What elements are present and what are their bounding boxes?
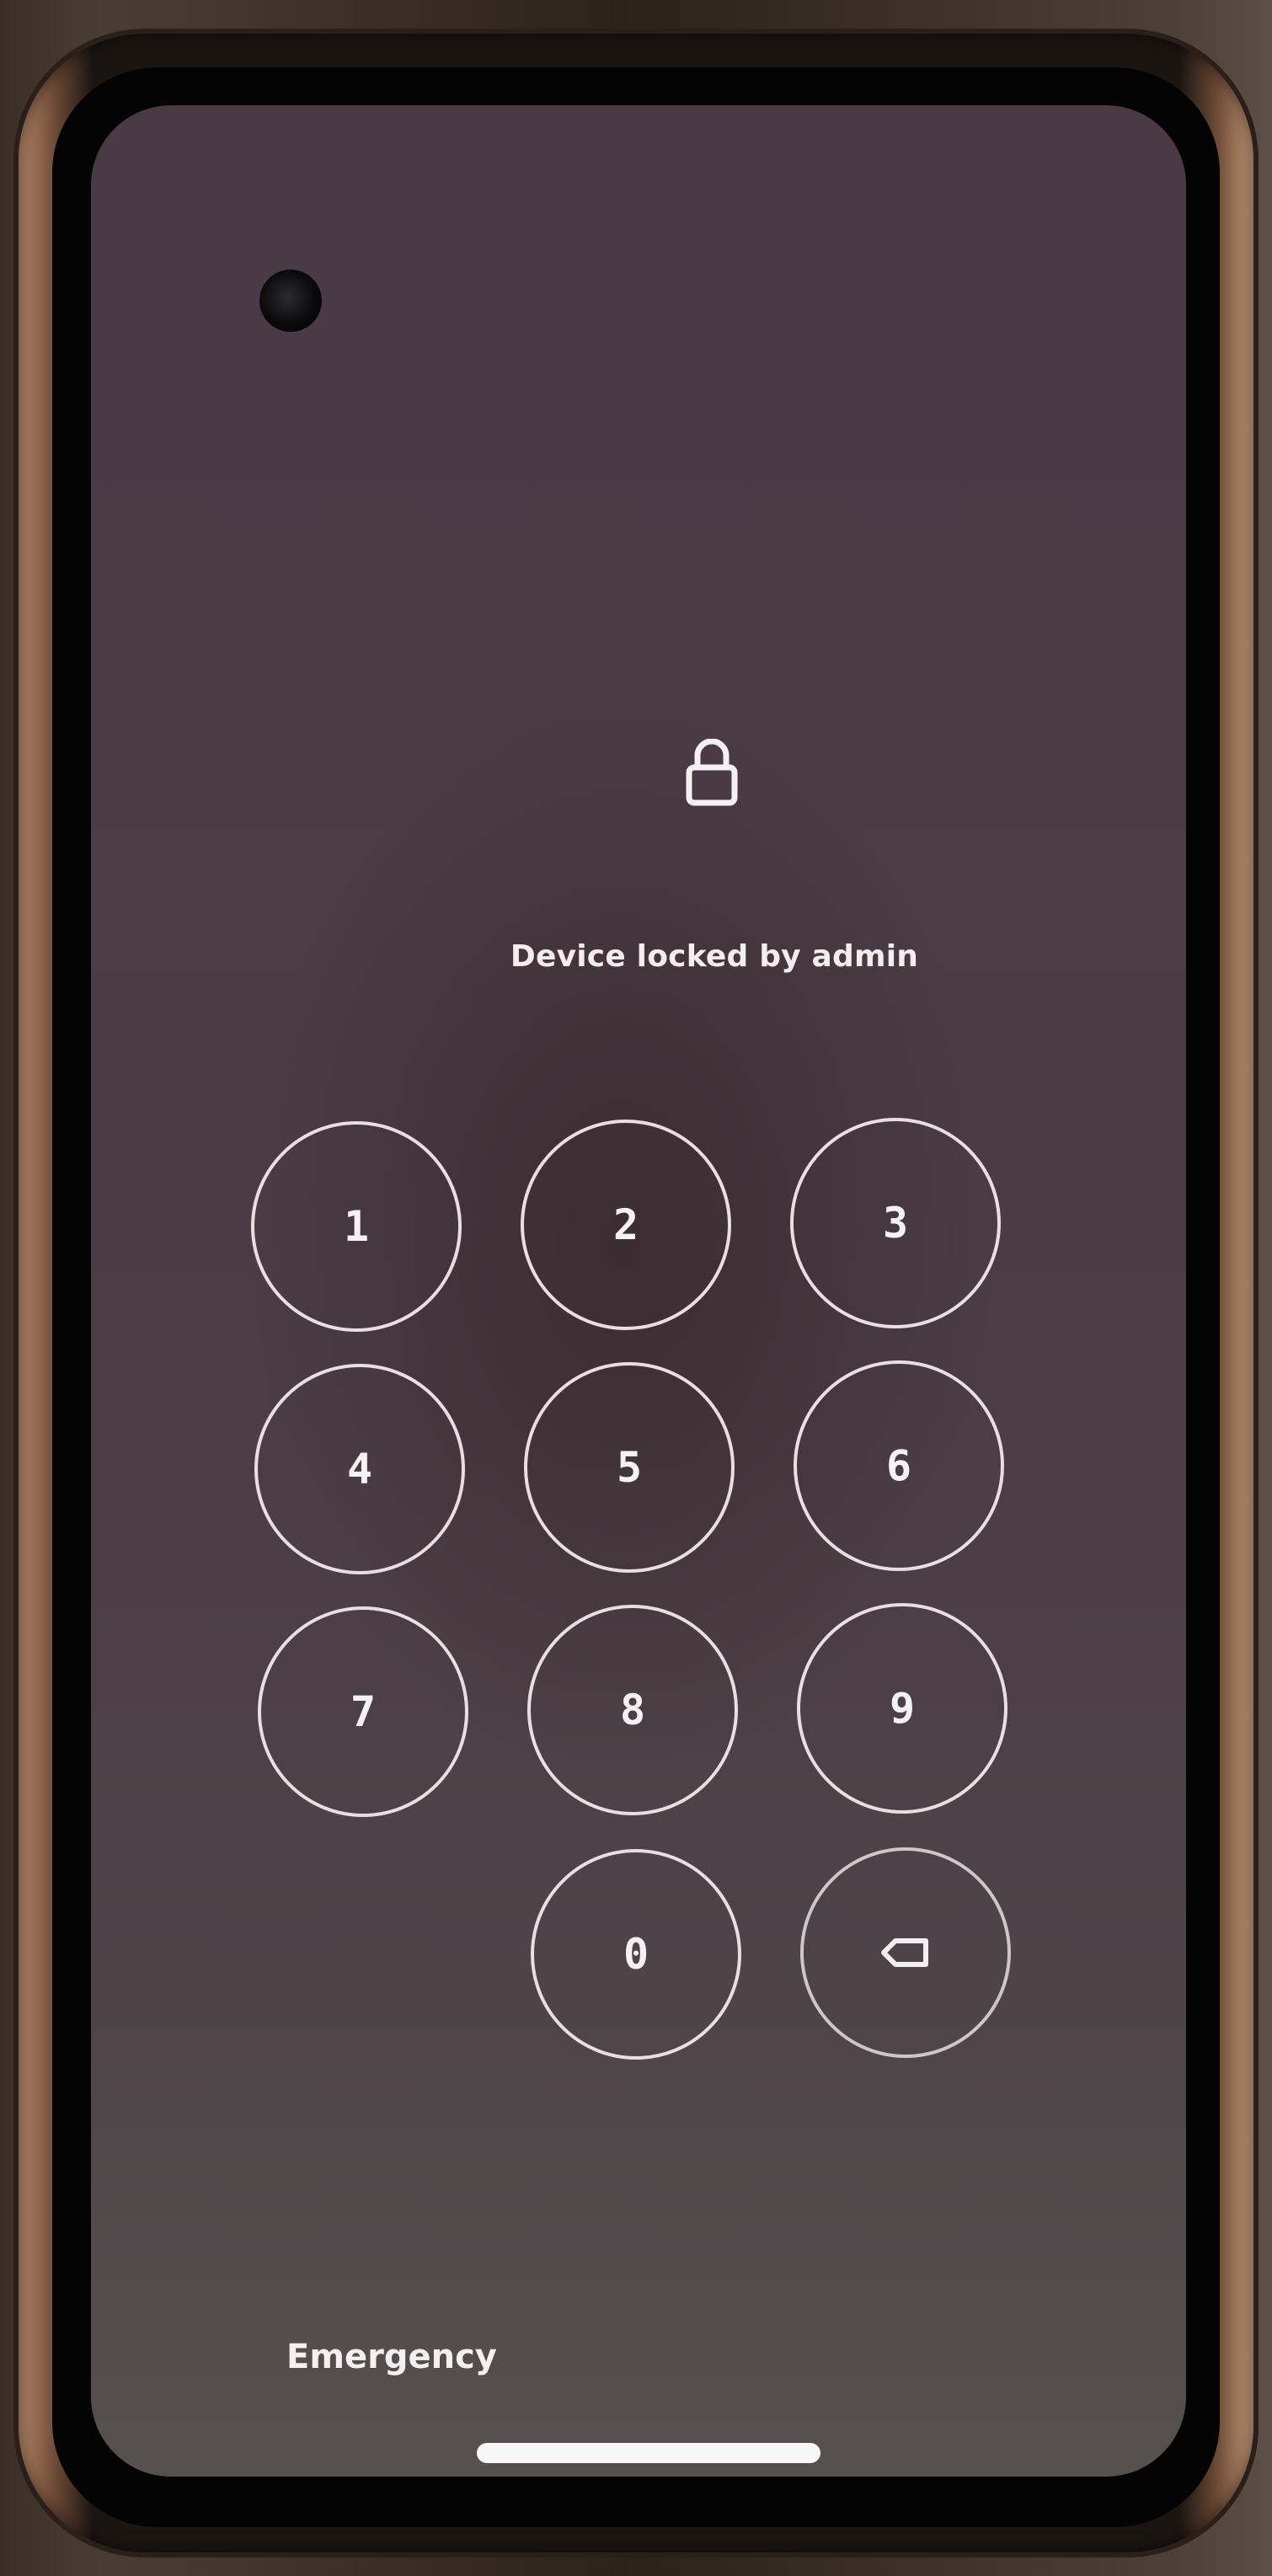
lock-icon [686,739,738,806]
key-9[interactable]: 9 [797,1603,1007,1814]
key-0[interactable]: 0 [531,1849,741,2060]
key-5[interactable]: 5 [524,1362,735,1573]
emergency-button[interactable]: Emergency [286,2338,497,2376]
key-6[interactable]: 6 [794,1360,1004,1571]
home-indicator[interactable] [477,2443,820,2463]
key-3[interactable]: 3 [790,1118,1001,1328]
backspace-icon [881,1938,928,1967]
backspace-button[interactable] [800,1847,1011,2058]
lock-screen: Device locked by admin 1 2 3 4 5 6 7 8 9… [91,105,1186,2477]
device-locked-message: Device locked by admin [510,939,919,974]
key-2[interactable]: 2 [521,1120,731,1330]
key-7[interactable]: 7 [258,1606,468,1817]
key-1[interactable]: 1 [251,1121,462,1332]
key-4[interactable]: 4 [254,1364,465,1574]
front-camera [259,270,322,332]
key-8[interactable]: 8 [527,1605,738,1815]
